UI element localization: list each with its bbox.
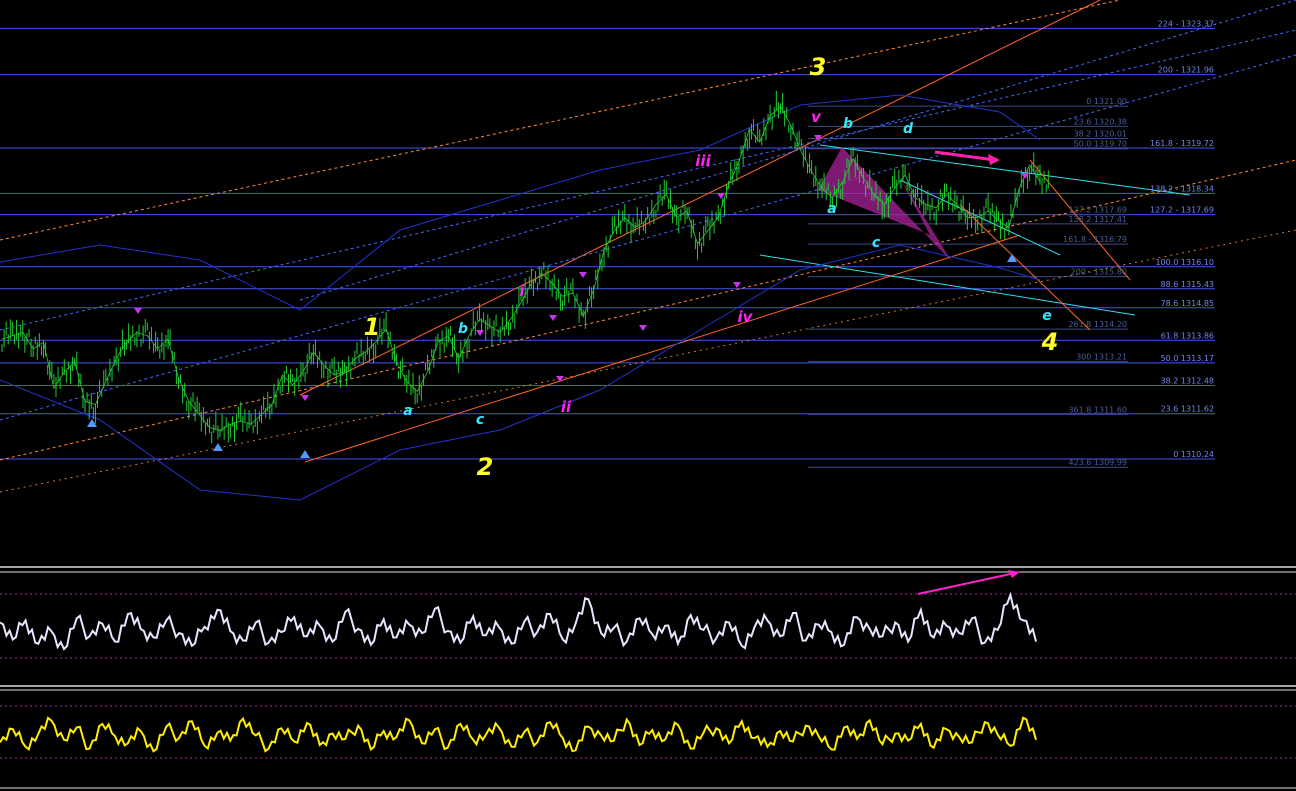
price-level-label: 0 1310.24 bbox=[1173, 450, 1214, 459]
price-level-label: 23.6 1311.62 bbox=[1161, 405, 1214, 414]
fib-level-label: 161.8 - 1316.79 bbox=[1063, 235, 1127, 244]
wave-label-corrective: c bbox=[476, 412, 485, 428]
wave-label-major: 3 bbox=[810, 53, 827, 81]
fib-level-label: 23.6 1320.38 bbox=[1074, 117, 1127, 126]
wave-label-minor: i bbox=[519, 282, 525, 300]
wave-label-corrective: a bbox=[403, 403, 412, 419]
price-level-label: 78.6 1314.85 bbox=[1161, 299, 1214, 308]
wave-label-corrective: e bbox=[1042, 308, 1052, 324]
wave-label-major: 2 bbox=[477, 453, 494, 481]
price-level-label: 50.0 1313.17 bbox=[1161, 354, 1214, 363]
fib-level-label: 50.0 1319.70 bbox=[1074, 140, 1127, 149]
wave-label-corrective: c bbox=[872, 235, 881, 251]
price-level-label: 127.2 - 1317.69 bbox=[1150, 206, 1214, 215]
price-level-label: 61.8 1313.86 bbox=[1161, 331, 1214, 340]
fib-level-label: 361.8 1311.60 bbox=[1068, 405, 1127, 414]
wave-label-minor: iv bbox=[738, 308, 754, 326]
wave-label-corrective: d bbox=[903, 121, 914, 137]
price-level-label: 138.2 - 1318.34 bbox=[1150, 184, 1214, 193]
fib-level-label: 200 - 1315.80 bbox=[1071, 268, 1127, 277]
wave-label-corrective: a bbox=[827, 201, 836, 217]
wave-label-corrective: b bbox=[458, 321, 468, 337]
price-level-label: 200 - 1321.96 bbox=[1158, 66, 1214, 75]
price-level-label: 224 - 1323.37 bbox=[1158, 19, 1214, 28]
wave-label-minor: iii bbox=[695, 152, 711, 170]
wave-label-minor: ii bbox=[561, 398, 572, 416]
fib-level-label: 38.2 1320.01 bbox=[1074, 130, 1127, 139]
wave-label-major: 1 bbox=[364, 313, 381, 341]
fib-level-label: 423.6 1309.99 bbox=[1068, 458, 1127, 467]
fib-level-label: 127.2 1317.69 bbox=[1068, 206, 1127, 215]
fib-level-label: 0 1321.00 bbox=[1086, 97, 1127, 106]
price-level-label: 38.2 1312.48 bbox=[1161, 377, 1214, 386]
price-level-label: 161.8 - 1319.72 bbox=[1150, 139, 1214, 148]
wave-label-corrective: b bbox=[843, 116, 853, 132]
wave-label-minor: v bbox=[811, 108, 822, 126]
fib-level-label: 261.8 1314.20 bbox=[1068, 320, 1127, 329]
wave-label-major: 4 bbox=[1041, 328, 1059, 356]
trading-chart[interactable]: 224 - 1323.37 200 - 1321.96 161.8 - 1319.7… bbox=[0, 0, 1296, 791]
fib-level-label: 300 1313.21 bbox=[1076, 353, 1127, 362]
fib-level-label: 138.2 1317.41 bbox=[1068, 215, 1127, 224]
price-level-label: 100.0 1316.10 bbox=[1155, 258, 1214, 267]
price-level-label: 88.6 1315.43 bbox=[1161, 280, 1214, 289]
